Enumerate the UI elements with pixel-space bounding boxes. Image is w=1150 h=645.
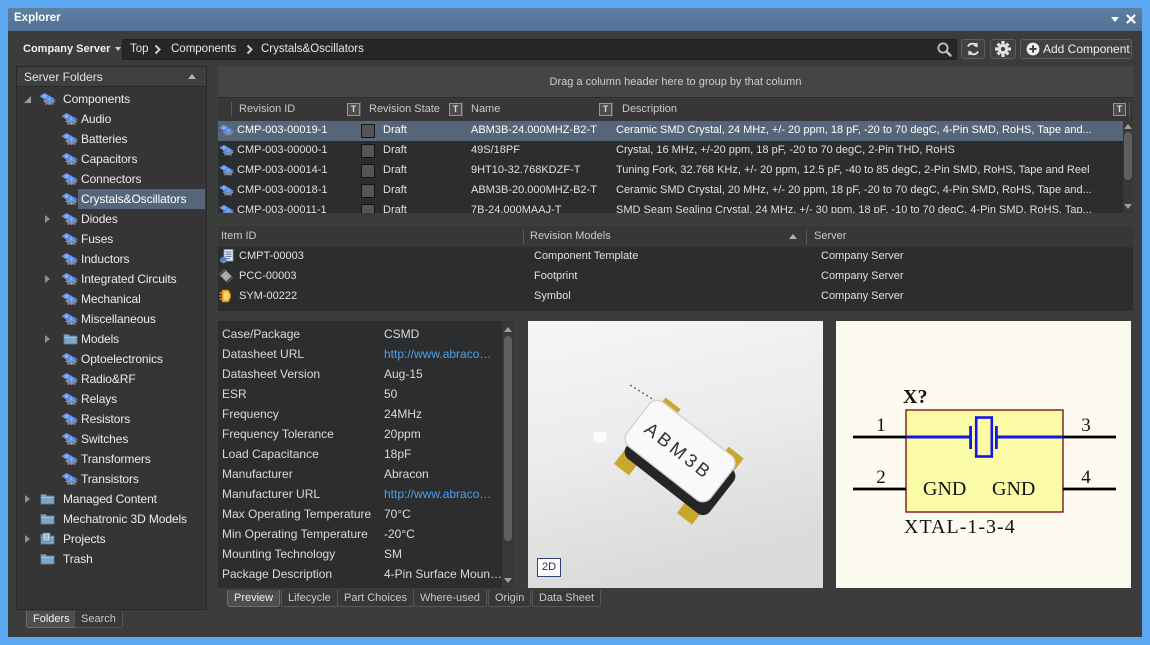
- svg-text:GND: GND: [923, 478, 966, 500]
- svg-text:X?: X?: [903, 386, 927, 408]
- svg-text:2: 2: [876, 467, 886, 488]
- svg-text:4: 4: [1081, 467, 1091, 488]
- svg-text:1: 1: [876, 415, 886, 436]
- svg-text:GND: GND: [992, 478, 1035, 500]
- svg-text:XTAL-1-3-4: XTAL-1-3-4: [904, 516, 1016, 538]
- svg-text:3: 3: [1081, 415, 1091, 436]
